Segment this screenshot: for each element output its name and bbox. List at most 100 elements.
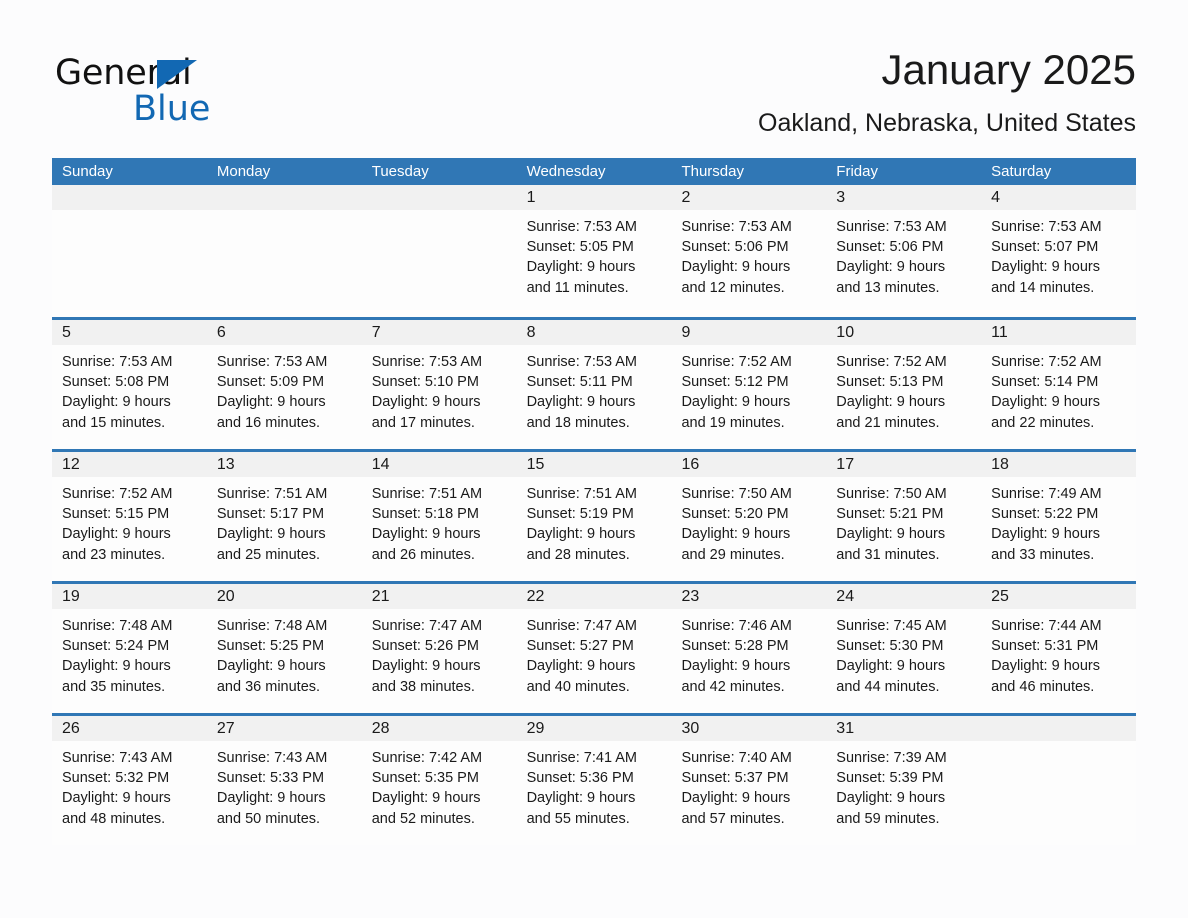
calendar-day-cell[interactable]: 15 Sunrise: 7:51 AM Sunset: 5:19 PM Dayligh… xyxy=(516,452,672,581)
day-details: Sunrise: 7:52 AM Sunset: 5:15 PM Daylight:… xyxy=(52,477,207,565)
day-details: Sunrise: 7:41 AM Sunset: 5:36 PM Daylight:… xyxy=(517,741,672,829)
sunset-text: Sunset: 5:31 PM xyxy=(991,638,1099,655)
sunset-text: Sunset: 5:05 PM xyxy=(526,239,634,256)
sunrise-text: Sunrise: 7:50 AM xyxy=(836,486,947,502)
calendar-day-cell[interactable]: 19 Sunrise: 7:48 AM Sunset: 5:24 PM Dayligh… xyxy=(52,584,207,713)
daylight-text-line1: Daylight: 9 hours xyxy=(526,790,636,807)
calendar-day-cell[interactable]: 25 Sunrise: 7:44 AM Sunset: 5:31 PM Dayligh… xyxy=(981,584,1137,713)
daylight-text-line2: and 38 minutes. xyxy=(371,678,475,695)
calendar-day-cell[interactable]: 9 Sunrise: 7:52 AM Sunset: 5:12 PM Daylight… xyxy=(671,320,827,449)
calendar-day-cell[interactable]: 26 Sunrise: 7:43 AM Sunset: 5:32 PM Dayligh… xyxy=(52,716,207,845)
brand-name-blue: Blue xyxy=(133,89,211,129)
calendar-day-cell[interactable]: 11 Sunrise: 7:52 AM Sunset: 5:14 PM Dayligh… xyxy=(981,320,1137,449)
calendar-day-cell[interactable]: 16 Sunrise: 7:50 AM Sunset: 5:20 PM Dayligh… xyxy=(671,452,827,581)
calendar-day-cell[interactable]: 3 Sunrise: 7:53 AM Sunset: 5:06 PM Daylight… xyxy=(826,185,982,317)
day-number: 3 xyxy=(826,185,982,210)
sunset-text: Sunset: 5:33 PM xyxy=(216,770,325,787)
sunrise-text: Sunrise: 7:49 AM xyxy=(991,486,1102,502)
daylight-text-line2: and 42 minutes. xyxy=(681,678,785,695)
sunrise-text: Sunrise: 7:53 AM xyxy=(681,219,792,235)
calendar-day-cell[interactable]: 22 Sunrise: 7:47 AM Sunset: 5:27 PM Dayligh… xyxy=(516,584,672,713)
calendar-day-cell[interactable]: 1 Sunrise: 7:53 AM Sunset: 5:05 PM Daylight… xyxy=(516,185,672,317)
day-number: 22 xyxy=(516,584,672,609)
calendar-day-cell[interactable]: 6 Sunrise: 7:53 AM Sunset: 5:09 PM Daylight… xyxy=(206,320,362,449)
day-details: Sunrise: 7:50 AM Sunset: 5:20 PM Daylight:… xyxy=(671,477,826,565)
daylight-text-line2: and 22 minutes. xyxy=(991,414,1095,431)
day-details: Sunrise: 7:51 AM Sunset: 5:18 PM Daylight:… xyxy=(362,477,517,565)
day-details: Sunrise: 7:48 AM Sunset: 5:24 PM Daylight:… xyxy=(52,609,207,697)
weekday-header-saturday: Saturday xyxy=(991,163,1052,180)
calendar-page: General Blue January 2025 Oakland, Nebra… xyxy=(0,0,1188,918)
day-details: Sunrise: 7:53 AM Sunset: 5:05 PM Daylight:… xyxy=(517,210,672,298)
sunset-text: Sunset: 5:24 PM xyxy=(62,638,170,655)
calendar-day-cell-empty xyxy=(981,716,1137,845)
calendar-day-cell[interactable]: 7 Sunrise: 7:53 AM Sunset: 5:10 PM Daylight… xyxy=(361,320,517,449)
calendar-day-cell[interactable]: 4 Sunrise: 7:53 AM Sunset: 5:07 PM Daylight… xyxy=(981,185,1137,317)
calendar-day-cell[interactable]: 10 Sunrise: 7:52 AM Sunset: 5:13 PM Dayligh… xyxy=(826,320,982,449)
sunset-text: Sunset: 5:35 PM xyxy=(371,770,479,787)
daylight-text-line2: and 46 minutes. xyxy=(991,678,1095,695)
day-number: 7 xyxy=(361,320,517,345)
calendar-day-cell[interactable]: 18 Sunrise: 7:49 AM Sunset: 5:22 PM Dayligh… xyxy=(981,452,1137,581)
weekday-header-wednesday: Wednesday xyxy=(526,163,606,180)
calendar-day-cell[interactable]: 12 Sunrise: 7:52 AM Sunset: 5:15 PM Dayligh… xyxy=(52,452,207,581)
calendar-day-cell[interactable]: 21 Sunrise: 7:47 AM Sunset: 5:26 PM Dayligh… xyxy=(361,584,517,713)
triangle-flag-icon xyxy=(157,60,197,89)
sunset-text: Sunset: 5:13 PM xyxy=(836,374,944,391)
daylight-text-line2: and 25 minutes. xyxy=(216,546,321,563)
day-number xyxy=(361,185,517,210)
daylight-text-line1: Daylight: 9 hours xyxy=(991,259,1100,276)
daylight-text-line2: and 14 minutes. xyxy=(991,279,1095,296)
daylight-text-line1: Daylight: 9 hours xyxy=(526,259,636,276)
daylight-text-line1: Daylight: 9 hours xyxy=(836,259,946,276)
sunrise-text: Sunrise: 7:43 AM xyxy=(62,750,173,766)
day-number: 26 xyxy=(52,716,207,741)
day-number: 17 xyxy=(826,452,982,477)
sunset-text: Sunset: 5:20 PM xyxy=(681,506,789,523)
day-details: Sunrise: 7:53 AM Sunset: 5:07 PM Daylight:… xyxy=(981,210,1136,298)
calendar-day-cell[interactable]: 5 Sunrise: 7:53 AM Sunset: 5:08 PM Daylight… xyxy=(52,320,207,449)
daylight-text-line2: and 13 minutes. xyxy=(836,279,940,296)
calendar-day-cell[interactable]: 17 Sunrise: 7:50 AM Sunset: 5:21 PM Dayligh… xyxy=(826,452,982,581)
daylight-text-line1: Daylight: 9 hours xyxy=(526,658,636,675)
day-number: 5 xyxy=(52,320,207,345)
general-blue-logo[interactable]: General Blue xyxy=(55,54,355,138)
day-details: Sunrise: 7:48 AM Sunset: 5:25 PM Daylight:… xyxy=(207,609,362,697)
sunrise-text: Sunrise: 7:53 AM xyxy=(836,219,947,235)
day-details: Sunrise: 7:42 AM Sunset: 5:35 PM Daylight:… xyxy=(362,741,517,829)
sunrise-text: Sunrise: 7:47 AM xyxy=(371,618,483,634)
daylight-text-line2: and 23 minutes. xyxy=(62,546,166,563)
sunrise-text: Sunrise: 7:40 AM xyxy=(681,750,792,766)
day-number: 21 xyxy=(361,584,517,609)
calendar-day-cell[interactable]: 24 Sunrise: 7:45 AM Sunset: 5:30 PM Dayligh… xyxy=(826,584,982,713)
calendar-day-cell[interactable]: 23 Sunrise: 7:46 AM Sunset: 5:28 PM Dayligh… xyxy=(671,584,827,713)
sunset-text: Sunset: 5:19 PM xyxy=(526,506,634,523)
daylight-text-line2: and 19 minutes. xyxy=(681,414,785,431)
day-number: 24 xyxy=(826,584,982,609)
calendar-day-cell[interactable]: 14 Sunrise: 7:51 AM Sunset: 5:18 PM Dayligh… xyxy=(361,452,517,581)
calendar-day-cell[interactable]: 13 Sunrise: 7:51 AM Sunset: 5:17 PM Dayligh… xyxy=(206,452,362,581)
sunrise-text: Sunrise: 7:52 AM xyxy=(836,354,947,370)
daylight-text-line2: and 16 minutes. xyxy=(216,414,321,431)
calendar-day-cell[interactable]: 30 Sunrise: 7:40 AM Sunset: 5:37 PM Dayligh… xyxy=(671,716,827,845)
weekday-header-thursday: Thursday xyxy=(681,163,744,180)
sunrise-text: Sunrise: 7:51 AM xyxy=(371,486,483,502)
daylight-text-line2: and 11 minutes. xyxy=(526,279,629,296)
sunrise-text: Sunrise: 7:53 AM xyxy=(526,354,637,370)
calendar-day-cell[interactable]: 27 Sunrise: 7:43 AM Sunset: 5:33 PM Dayligh… xyxy=(206,716,362,845)
sunrise-text: Sunrise: 7:41 AM xyxy=(526,750,637,766)
calendar-table: Sunday Monday Tuesday Wednesday Thursday Frid… xyxy=(52,158,1137,845)
day-details: Sunrise: 7:43 AM Sunset: 5:32 PM Daylight:… xyxy=(52,741,207,829)
calendar-day-cell[interactable]: 31 Sunrise: 7:39 AM Sunset: 5:39 PM Dayligh… xyxy=(826,716,982,845)
day-number: 1 xyxy=(516,185,672,210)
calendar-day-cell[interactable]: 20 Sunrise: 7:48 AM Sunset: 5:25 PM Dayligh… xyxy=(206,584,362,713)
calendar-day-cell[interactable]: 29 Sunrise: 7:41 AM Sunset: 5:36 PM Dayligh… xyxy=(516,716,672,845)
calendar-day-cell[interactable]: 28 Sunrise: 7:42 AM Sunset: 5:35 PM Dayligh… xyxy=(361,716,517,845)
day-number: 29 xyxy=(516,716,672,741)
calendar-day-cell[interactable]: 8 Sunrise: 7:53 AM Sunset: 5:11 PM Daylight… xyxy=(516,320,672,449)
calendar-day-cell[interactable]: 2 Sunrise: 7:53 AM Sunset: 5:06 PM Daylight… xyxy=(671,185,827,317)
sunset-text: Sunset: 5:14 PM xyxy=(991,374,1099,391)
brand-name-general: General xyxy=(55,53,192,93)
calendar-week-row: 5 Sunrise: 7:53 AM Sunset: 5:08 PM Daylight… xyxy=(52,317,1137,449)
daylight-text-line1: Daylight: 9 hours xyxy=(681,259,791,276)
